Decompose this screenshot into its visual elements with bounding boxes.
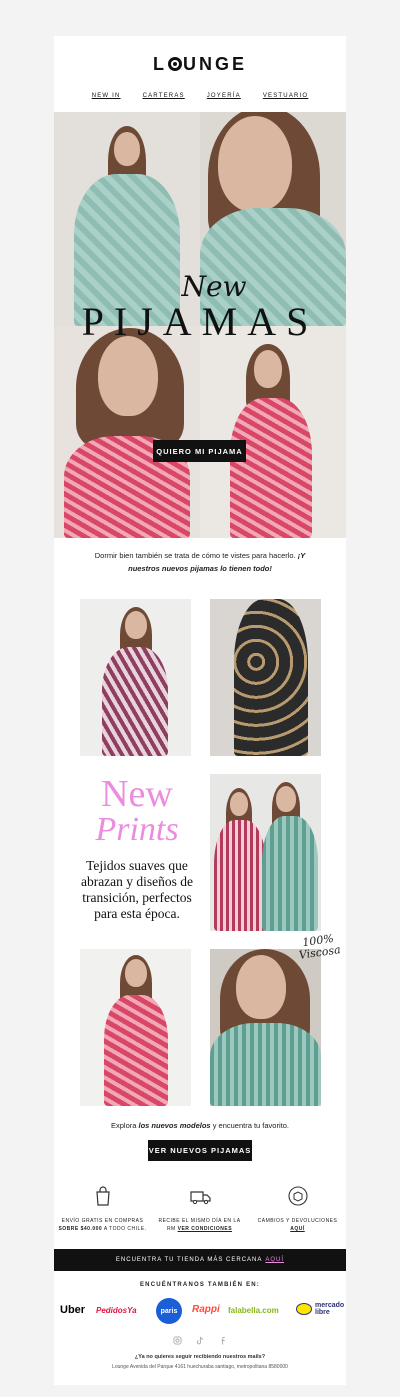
benefit-1-line1: ENVÍO GRATIS EN COMPRAS <box>61 1218 144 1224</box>
returns-box-icon <box>287 1186 308 1206</box>
hero-photo-pink-top <box>54 326 200 538</box>
lounge-logo[interactable]: L UNGE <box>54 54 346 75</box>
delivery-truck-icon <box>189 1191 211 1205</box>
benefit-2-line1: RECIBE EL MISMO DÍA EN LA <box>158 1218 241 1224</box>
store-locator-text: ENCUENTRA TU TIENDA MÁS CERCANA <box>115 1257 263 1263</box>
logo-letter: L <box>152 54 167 74</box>
benefit-2-rm: RM <box>166 1226 178 1232</box>
store-locator-bar: ENCUENTRA TU TIENDA MÁS CERCANA AQUÍ <box>54 1249 346 1271</box>
benefit-1-line2: A TODO CHILE. <box>102 1226 147 1232</box>
partner-mercado-libre[interactable]: mercado libre <box>296 1302 345 1316</box>
email-container: L UNGE NEW IN CARTERAS JOYERÍA VESTUARIO <box>54 36 346 1385</box>
logo-o-icon <box>167 57 182 71</box>
benefit-1-text: ENVÍO GRATIS EN COMPRAS SOBRE $40.000 A T… <box>54 1217 151 1233</box>
prints-title-new: New <box>101 773 173 815</box>
nav-joyeria[interactable]: JOYERÍA <box>207 93 241 99</box>
product-photo-plum-set[interactable] <box>80 599 191 756</box>
prints-body-text: Tejidos suaves que abrazan y diseños de … <box>80 858 194 921</box>
mercado-libre-icon <box>296 1303 312 1315</box>
benefit-returns[interactable]: CAMBIOS Y DEVOLUCIONES AQUÍ <box>249 1185 346 1233</box>
explore-pre: Explora <box>110 1121 139 1130</box>
intro-text: Dormir bien también se trata de cómo te … <box>94 550 306 575</box>
logo-letters: UNGE <box>182 54 247 74</box>
viscosa-annotation: 100% Viscosa <box>297 932 341 962</box>
facebook-icon[interactable] <box>219 1332 228 1345</box>
partner-rappi[interactable]: Rappi <box>192 1304 220 1315</box>
hero-photo-pink-set <box>200 326 346 538</box>
store-locator-link[interactable]: AQUÍ <box>265 1257 284 1263</box>
product-photo-duo[interactable] <box>210 774 321 931</box>
nav-new-in[interactable]: NEW IN <box>92 93 121 99</box>
prints-title-prints: Prints <box>95 811 179 848</box>
intro-text-a: Dormir bien también se trata de cómo te … <box>94 551 298 560</box>
returns-here-link[interactable]: AQUÍ <box>290 1226 305 1232</box>
explore-text: Explora los nuevos modelos y encuentra t… <box>54 1121 346 1130</box>
hero-cta-button[interactable]: QUIERO MI PIJAMA <box>153 440 246 462</box>
partner-falabella[interactable]: falabella.com <box>228 1306 279 1315</box>
partner-logos: Uber PedidosYa paris Rappi falabella.com… <box>60 1298 345 1324</box>
top-nav: NEW IN CARTERAS JOYERÍA VESTUARIO <box>54 93 346 99</box>
mercado-libre-label: mercado libre <box>315 1302 345 1316</box>
shopping-bag-icon <box>95 1186 110 1206</box>
benefit-1-amount: SOBRE $40.000 <box>58 1226 103 1232</box>
tiktok-icon[interactable] <box>196 1332 205 1345</box>
hero-title-pijamas: PIJAMAS <box>81 299 319 344</box>
product-photo-black-print[interactable] <box>210 599 321 756</box>
product-photo-green-closeup[interactable] <box>210 949 321 1106</box>
hero-banner[interactable]: New PIJAMAS QUIERO MI PIJAMA <box>54 112 346 538</box>
nav-vestuario[interactable]: VESTUARIO <box>263 93 308 99</box>
benefits-row: ENVÍO GRATIS EN COMPRAS SOBRE $40.000 A T… <box>54 1185 346 1237</box>
view-conditions-link[interactable]: VER CONDICIONES <box>178 1226 232 1232</box>
social-icons <box>54 1332 346 1345</box>
view-new-pijamas-button[interactable]: VER NUEVOS PIJAMAS <box>148 1140 252 1161</box>
benefit-2-text: RECIBE EL MISMO DÍA EN LA RM VER CONDICIO… <box>151 1217 248 1233</box>
find-us-title: ENCUÉNTRANOS TAMBIÉN EN: <box>139 1282 261 1288</box>
unsubscribe-text[interactable]: ¿Ya no quieres seguir recibiendo nuestro… <box>54 1354 346 1360</box>
product-photo-red-robe[interactable] <box>80 949 191 1106</box>
nav-carteras[interactable]: CARTERAS <box>143 93 185 99</box>
instagram-icon[interactable] <box>172 1332 182 1345</box>
explore-post: y encuentra tu favorito. <box>210 1121 289 1130</box>
explore-bold: los nuevos modelos <box>138 1121 211 1130</box>
benefit-free-shipping[interactable]: ENVÍO GRATIS EN COMPRAS SOBRE $40.000 A T… <box>54 1185 151 1233</box>
partner-paris[interactable]: paris <box>156 1298 182 1324</box>
benefit-3-text: CAMBIOS Y DEVOLUCIONES AQUÍ <box>249 1217 346 1233</box>
partner-pedidosya[interactable]: PedidosYa <box>96 1306 137 1315</box>
partner-uber[interactable]: Uber <box>60 1304 85 1316</box>
benefit-3-line1: CAMBIOS Y DEVOLUCIONES <box>257 1218 338 1224</box>
company-address: Lounge Avenida del Parque 4161 huechurab… <box>112 1364 288 1370</box>
benefit-same-day[interactable]: RECIBE EL MISMO DÍA EN LA RM VER CONDICIO… <box>151 1185 248 1233</box>
